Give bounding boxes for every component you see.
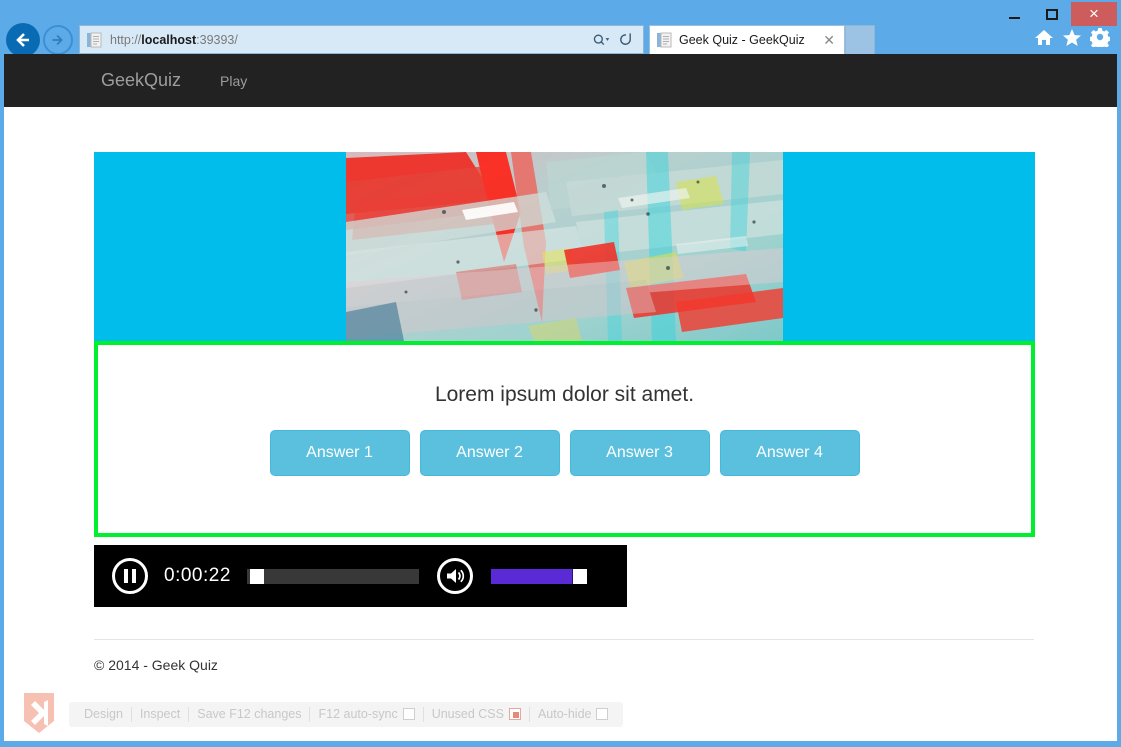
inspect-button[interactable]: Inspect <box>132 707 188 721</box>
search-dropdown-icon[interactable] <box>592 29 612 51</box>
address-bar-icons <box>592 29 643 51</box>
unused-css-radio[interactable] <box>508 708 521 720</box>
tab-close-icon[interactable]: ✕ <box>820 32 838 49</box>
f12-auto-sync-group[interactable]: F12 auto-sync <box>310 707 422 721</box>
volume-button[interactable] <box>436 558 473 594</box>
address-bar[interactable]: http://localhost:39393/ <box>79 25 644 54</box>
refresh-icon[interactable] <box>615 29 635 51</box>
content-container: Lorem ipsum dolor sit amet. Answer 1 Ans… <box>4 152 1117 607</box>
page-footer: © 2014 - Geek Quiz <box>4 639 1117 673</box>
browser-toolbar-icons <box>1034 27 1121 52</box>
maximize-icon <box>1046 8 1058 20</box>
browser-window: × http://localhost:39393/ Geek Quiz - Ge… <box>0 0 1121 747</box>
unused-css-group[interactable]: Unused CSS <box>424 707 529 721</box>
new-tab-button[interactable] <box>845 25 875 54</box>
tab-favicon-icon <box>656 32 672 48</box>
browser-link-bar: Design Inspect Save F12 changes F12 auto… <box>4 687 1117 741</box>
answer-button-1[interactable]: Answer 1 <box>269 430 410 476</box>
home-icon[interactable] <box>1034 28 1054 52</box>
browser-tab[interactable]: Geek Quiz - GeekQuiz ✕ <box>649 25 845 54</box>
design-button[interactable]: Design <box>76 707 131 721</box>
footer-divider <box>94 639 1034 640</box>
browser-chrome: × http://localhost:39393/ Geek Quiz - Ge… <box>0 0 1121 58</box>
forward-button[interactable] <box>43 25 73 55</box>
media-player-controls: 0:00:22 <box>94 545 627 607</box>
address-text: http://localhost:39393/ <box>110 32 238 47</box>
unused-css-label: Unused CSS <box>431 707 504 721</box>
playback-time: 0:00:22 <box>164 565 231 586</box>
pause-icon <box>124 569 136 583</box>
answer-button-2[interactable]: Answer 2 <box>419 430 560 476</box>
tools-icon[interactable] <box>1089 27 1111 52</box>
save-f12-changes-button[interactable]: Save F12 changes <box>189 707 309 721</box>
forward-arrow-icon <box>52 34 63 46</box>
page-viewport: GeekQuiz Play Lorem ipsum dolor sit amet… <box>4 54 1117 741</box>
quiz-question: Lorem ipsum dolor sit amet. <box>434 383 695 406</box>
browser-navigation-row: http://localhost:39393/ Geek Quiz - Geek… <box>0 22 1121 58</box>
video-stage[interactable] <box>94 152 1035 341</box>
f12-auto-sync-label: F12 auto-sync <box>318 707 398 721</box>
answer-button-4[interactable]: Answer 4 <box>719 430 860 476</box>
auto-hide-label: Auto-hide <box>537 707 592 721</box>
browser-link-toolbar: Design Inspect Save F12 changes F12 auto… <box>69 701 624 727</box>
volume-thumb[interactable] <box>572 568 587 584</box>
minimize-icon <box>1008 16 1020 19</box>
answer-list: Answer 1 Answer 2 Answer 3 Answer 4 <box>269 430 860 476</box>
painting-image <box>346 152 783 341</box>
quiz-panel: Lorem ipsum dolor sit amet. Answer 1 Ans… <box>94 341 1035 537</box>
volume-slider[interactable] <box>490 568 587 584</box>
tab-title: Geek Quiz - GeekQuiz <box>679 33 805 47</box>
answer-button-3[interactable]: Answer 3 <box>569 430 710 476</box>
pause-button[interactable] <box>112 558 148 594</box>
speaker-icon <box>446 569 465 583</box>
site-navbar: GeekQuiz Play <box>4 54 1117 107</box>
close-icon: × <box>1089 4 1099 23</box>
seek-slider[interactable] <box>246 568 419 584</box>
f12-auto-sync-checkbox[interactable] <box>402 708 415 720</box>
footer-copyright: © 2014 - Geek Quiz <box>94 657 218 673</box>
back-button[interactable] <box>6 23 40 57</box>
navbar-brand[interactable]: GeekQuiz <box>89 70 193 91</box>
favorites-icon[interactable] <box>1062 28 1082 52</box>
seek-thumb[interactable] <box>250 568 265 584</box>
page-favicon-icon <box>86 32 102 48</box>
back-arrow-icon <box>16 33 29 47</box>
auto-hide-group[interactable]: Auto-hide <box>530 707 617 721</box>
visual-studio-logo-icon <box>22 691 56 735</box>
nav-link-play[interactable]: Play <box>206 73 261 89</box>
auto-hide-checkbox[interactable] <box>596 708 609 720</box>
tab-strip: Geek Quiz - GeekQuiz ✕ <box>649 25 875 54</box>
